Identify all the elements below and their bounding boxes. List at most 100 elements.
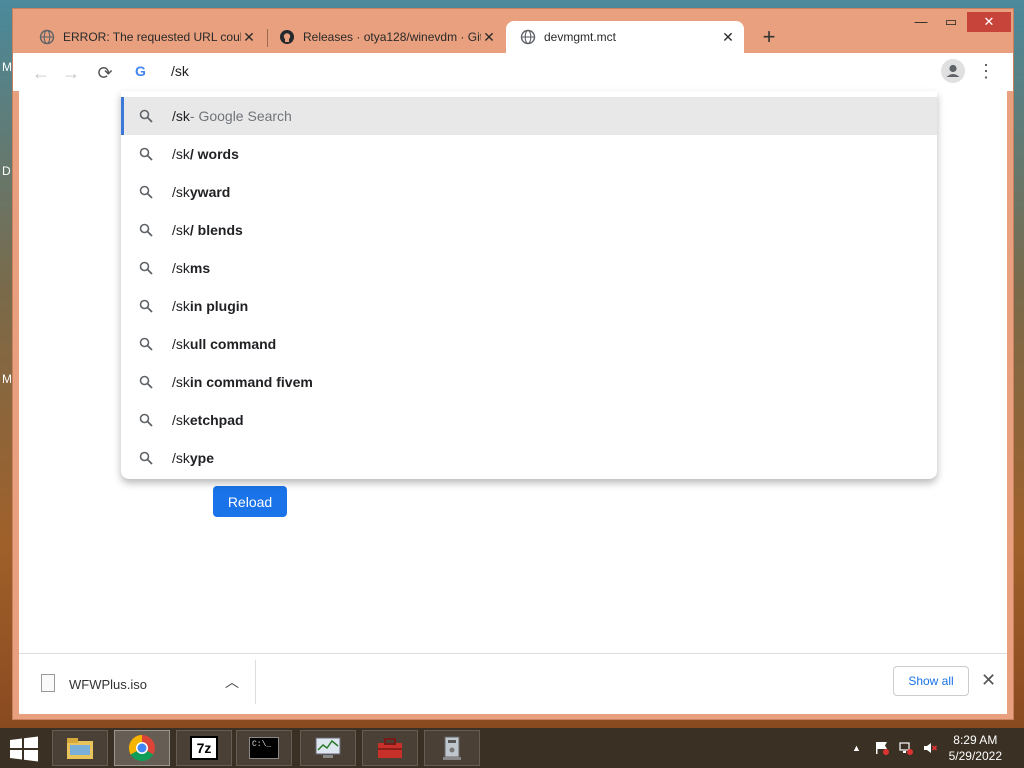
suggestion-typed: /sk <box>172 222 190 238</box>
google-g-icon: G <box>135 63 146 79</box>
suggestion-typed: /sk <box>172 184 190 200</box>
suggestion-completion: ype <box>189 450 215 466</box>
tab-close-button[interactable]: ✕ <box>481 29 497 46</box>
desktop-icon-label: M <box>2 60 12 74</box>
chevron-up-icon[interactable]: ︿ <box>225 672 239 692</box>
search-icon <box>139 261 153 275</box>
taskbar-file-explorer[interactable] <box>52 730 108 766</box>
suggestion-completion: in plugin <box>189 298 249 314</box>
network-icon[interactable] <box>898 740 914 756</box>
download-filename[interactable]: WFWPlus.iso <box>69 677 147 692</box>
tab-error-page[interactable]: ERROR: The requested URL could not be re… <box>25 21 265 53</box>
clock-date: 5/29/2022 <box>948 749 1002 763</box>
window-close-button[interactable]: ✕ <box>967 12 1011 32</box>
search-icon <box>139 413 153 427</box>
browser-toolbar: ← → ⟳ G ⋮ <box>13 53 1013 91</box>
suggestion-item[interactable]: /sk ype <box>121 439 937 477</box>
maximize-button[interactable]: ▭ <box>939 12 963 32</box>
tab-title: ERROR: The requested URL could not be re… <box>63 30 241 44</box>
forward-arrow-icon[interactable]: → <box>59 61 83 85</box>
menu-kebab-icon[interactable]: ⋮ <box>977 61 995 81</box>
taskbar-7zip[interactable]: 7z <box>176 730 232 766</box>
suggestion-completion: ms <box>189 260 211 276</box>
suggestion-item[interactable]: /sk / words <box>121 135 937 173</box>
omnibox-suggestions: /sk - Google Search/sk / words/sk yward/sk… <box>121 91 937 479</box>
taskbar-device-manager[interactable] <box>424 730 480 766</box>
system-clock[interactable]: 8:29 AM 5/29/2022 <box>949 732 1002 764</box>
tab-close-button[interactable]: ✕ <box>720 29 736 46</box>
tray-overflow-chevron-icon[interactable]: ▲ <box>852 743 861 753</box>
suggestion-completion: yward <box>189 184 231 200</box>
suggestion-suffix: - Google Search <box>189 108 292 124</box>
new-tab-button[interactable]: + <box>757 25 781 49</box>
divider <box>255 660 256 704</box>
search-icon <box>139 109 153 123</box>
github-icon <box>280 30 294 44</box>
suggestion-item[interactable]: /sk yward <box>121 173 937 211</box>
taskbar-chrome[interactable] <box>114 730 170 766</box>
clock-time: 8:29 AM <box>953 733 998 747</box>
suggestion-completion: ull command <box>189 336 277 352</box>
volume-muted-icon[interactable] <box>922 740 938 756</box>
suggestion-typed: /sk <box>172 146 190 162</box>
suggestion-completion: / words <box>189 146 239 162</box>
search-icon <box>139 185 153 199</box>
suggestion-item[interactable]: /sk / blends <box>121 211 937 249</box>
show-all-button[interactable]: Show all <box>893 666 969 696</box>
search-icon <box>139 451 153 465</box>
suggestion-typed: /sk <box>172 108 190 124</box>
file-explorer-icon <box>67 738 93 759</box>
suggestion-typed: /sk <box>172 336 190 352</box>
suggestion-item[interactable]: /sk in command fivem <box>121 363 937 401</box>
profile-avatar-icon[interactable] <box>941 59 965 83</box>
7zip-icon: 7z <box>190 736 218 760</box>
search-icon <box>139 375 153 389</box>
suggestion-item[interactable]: /sk - Google Search <box>121 97 937 135</box>
file-icon <box>41 674 55 692</box>
suggestion-typed: /sk <box>172 450 190 466</box>
person-icon <box>946 64 960 77</box>
globe-icon <box>520 29 536 45</box>
tab-github-releases[interactable]: Releases · otya128/winevdm · GitHub ✕ <box>265 21 505 53</box>
device-manager-icon <box>443 736 461 760</box>
download-shelf: WFWPlus.iso ︿ Show all ✕ <box>19 653 1007 714</box>
reload-icon[interactable]: ⟳ <box>93 61 117 85</box>
address-bar[interactable]: G <box>121 53 937 91</box>
suggestion-completion: / blends <box>189 222 243 238</box>
search-icon <box>139 223 153 237</box>
suggestion-item[interactable]: /sk ull command <box>121 325 937 363</box>
search-icon <box>139 147 153 161</box>
chrome-icon <box>128 734 155 762</box>
address-input[interactable] <box>171 63 871 79</box>
desktop-icon-label: M <box>2 372 12 386</box>
taskbar: 7z C:\_ ▲ 8:29 AM 5/29/2022 <box>0 728 1024 768</box>
toolbox-icon <box>378 738 402 758</box>
reload-button[interactable]: Reload <box>213 486 287 517</box>
suggestion-item[interactable]: /sk in plugin <box>121 287 937 325</box>
tab-title: devmgmt.mct <box>544 30 617 44</box>
taskbar-performance-monitor[interactable] <box>300 730 356 766</box>
suggestion-completion: etchpad <box>189 412 244 428</box>
tab-devmgmt[interactable]: devmgmt.mct ✕ <box>506 21 744 53</box>
cmd-icon: C:\_ <box>249 737 279 759</box>
suggestion-completion: in command fivem <box>189 374 313 390</box>
suggestion-item[interactable]: /sk ms <box>121 249 937 287</box>
suggestion-typed: /sk <box>172 374 190 390</box>
close-shelf-icon[interactable]: ✕ <box>981 670 996 691</box>
tab-close-button[interactable]: ✕ <box>241 29 257 46</box>
taskbar-cmd[interactable]: C:\_ <box>236 730 292 766</box>
windows-start-icon[interactable] <box>6 734 42 764</box>
back-arrow-icon[interactable]: ← <box>29 61 53 85</box>
suggestion-item[interactable]: /sk etchpad <box>121 401 937 439</box>
suggestion-typed: /sk <box>172 298 190 314</box>
minimize-button[interactable]: — <box>909 12 933 32</box>
taskbar-toolbox[interactable] <box>362 730 418 766</box>
desktop-icon-label: D <box>2 164 11 178</box>
globe-icon <box>39 29 55 45</box>
tab-title: Releases · otya128/winevdm · GitHub <box>303 30 481 44</box>
action-center-flag-icon[interactable] <box>874 740 890 756</box>
tab-strip: ERROR: The requested URL could not be re… <box>13 9 1013 55</box>
suggestion-typed: /sk <box>172 412 190 428</box>
suggestion-typed: /sk <box>172 260 190 276</box>
search-icon <box>139 299 153 313</box>
